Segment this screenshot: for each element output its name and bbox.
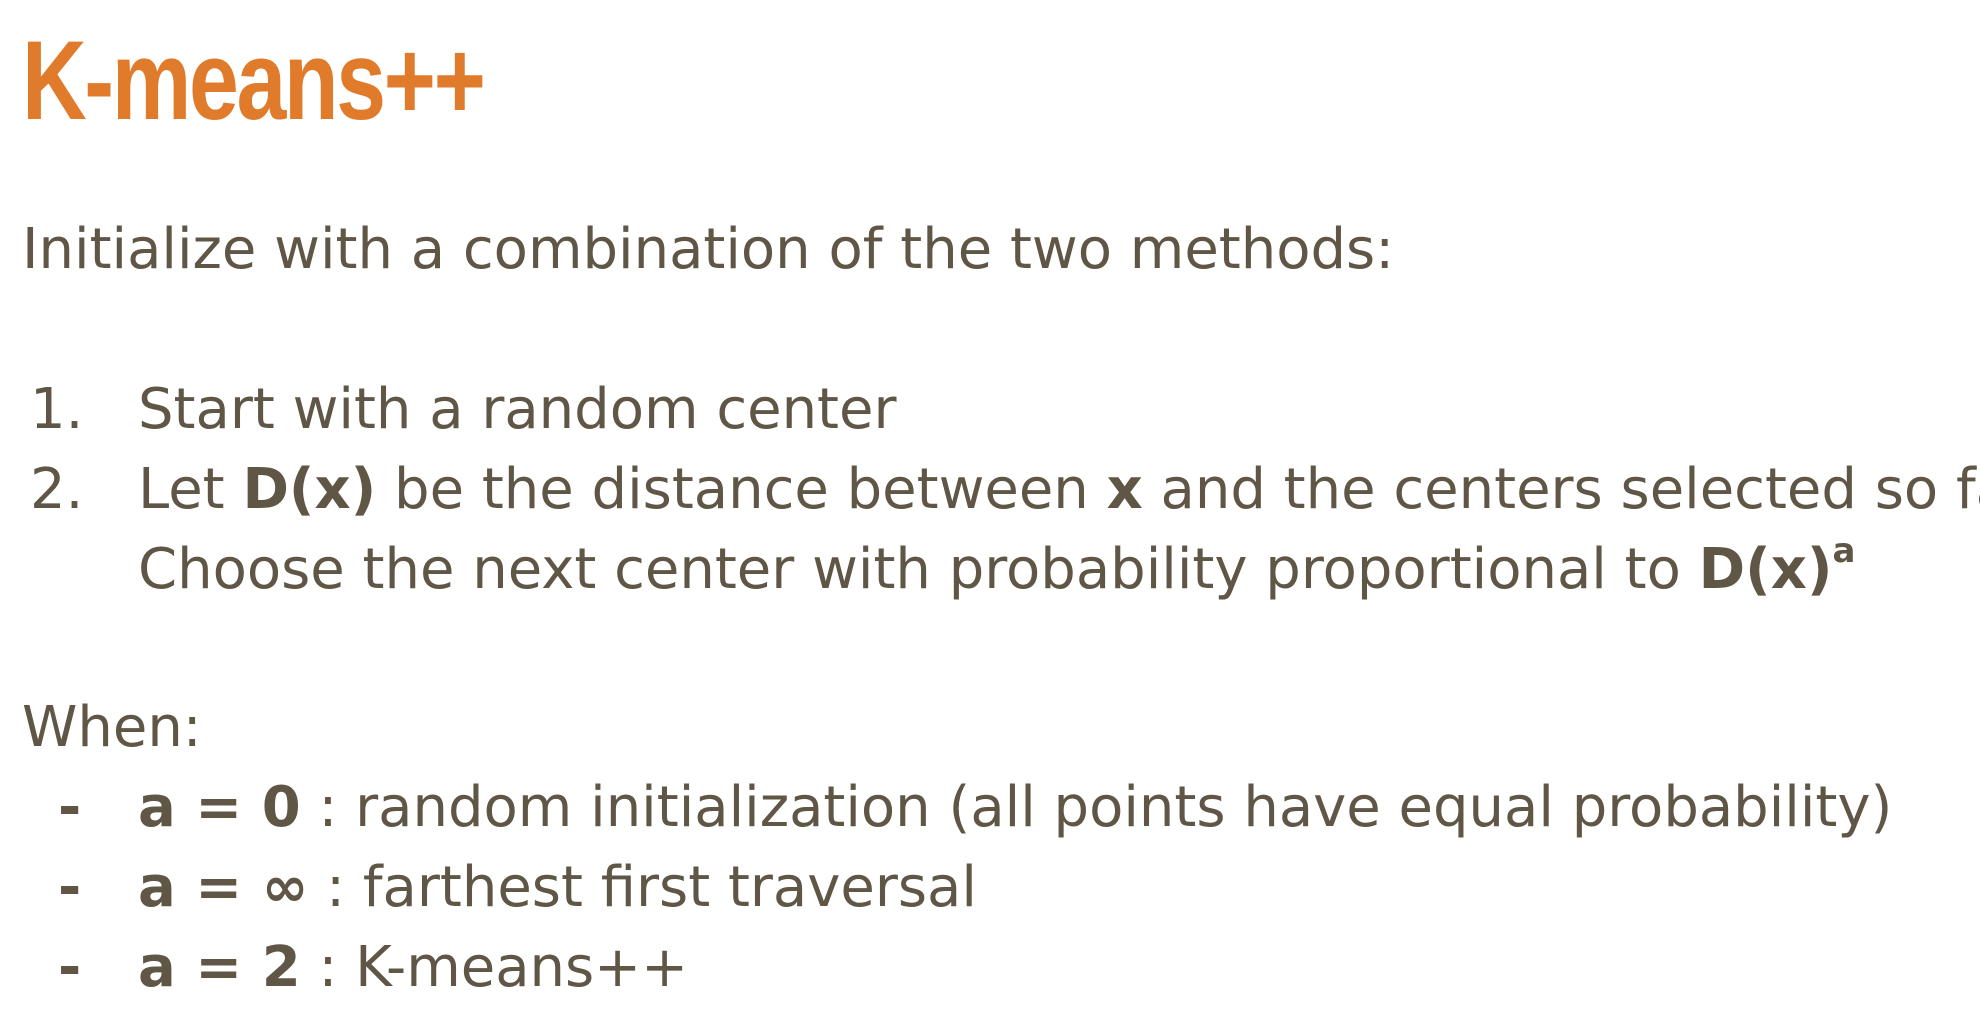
step-2-text-mid1: be the distance between <box>376 457 1107 522</box>
step-2-line-2: Choose the next center with probability … <box>138 534 1855 603</box>
condition-1-value: a = 0 <box>138 775 301 840</box>
condition-1-bullet: - <box>58 775 82 840</box>
condition-2-value: a = ∞ <box>138 855 309 920</box>
condition-3-bullet: - <box>58 935 82 1000</box>
condition-2-bullet: - <box>58 855 82 920</box>
condition-1-desc: : random initialization (all points have… <box>300 775 1893 840</box>
step-2-line-1: Let D(x) be the distance between x and t… <box>138 456 1980 523</box>
step-2-x: x <box>1106 457 1143 522</box>
condition-2: a = ∞ : farthest first traversal <box>138 854 977 921</box>
condition-3-desc: : K-means++ <box>300 935 689 1000</box>
condition-3-value: a = 2 <box>138 935 301 1000</box>
step-2-line-2-dx: D(x) <box>1698 537 1833 602</box>
condition-1: a = 0 : random initialization (all point… <box>138 774 1892 841</box>
when-label: When: <box>22 695 202 760</box>
step-2-line-2-text: Choose the next center with probability … <box>138 537 1699 602</box>
step-2-number: 2. <box>30 457 84 522</box>
step-2-text-mid2: and the centers selected so far. <box>1142 457 1980 522</box>
condition-3: a = 2 : K-means++ <box>138 934 688 1001</box>
step-1-text: Start with a random center <box>138 377 897 442</box>
step-1-number: 1. <box>30 377 84 442</box>
intro-text: Initialize with a combination of the two… <box>22 217 1395 282</box>
slide: K-means++ Initialize with a combination … <box>0 0 1980 1026</box>
slide-title: K-means++ <box>22 18 486 143</box>
step-2-line-2-exponent: a <box>1832 531 1856 572</box>
condition-2-desc: : farthest first traversal <box>308 855 977 920</box>
step-2-dx: D(x) <box>242 457 377 522</box>
step-2-text-pre: Let <box>138 457 243 522</box>
